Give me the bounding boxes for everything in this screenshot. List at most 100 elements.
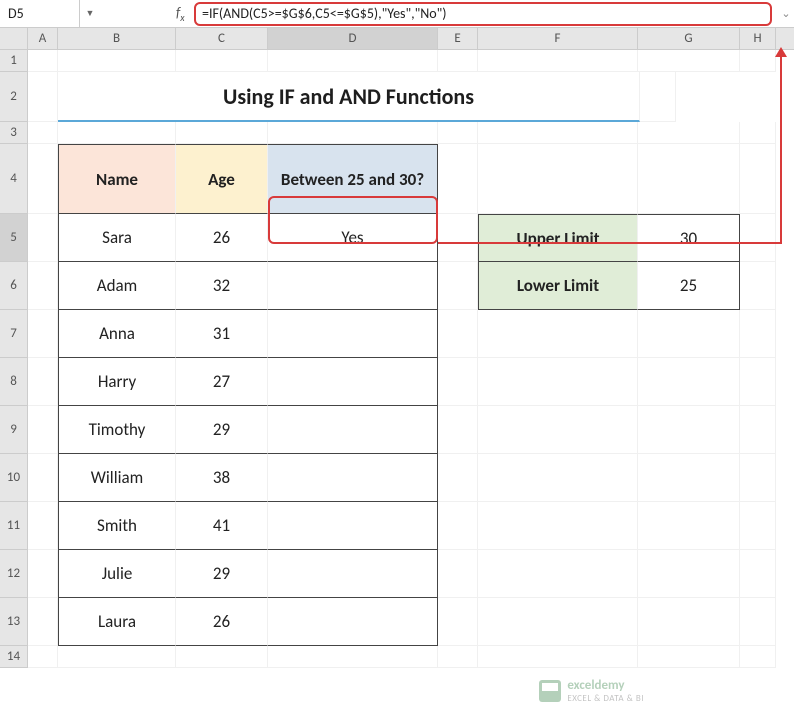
cell-B3[interactable] [58,122,176,144]
cell-E4[interactable] [438,144,478,214]
cell-C8[interactable]: 27 [176,358,268,406]
cell-A3[interactable] [28,122,58,144]
cell-E12[interactable] [438,550,478,598]
cell-B5[interactable]: Sara [58,214,176,262]
cell-E10[interactable] [438,454,478,502]
row-header-13[interactable]: 13 [0,598,28,646]
cell-C11[interactable]: 41 [176,502,268,550]
cell-A5[interactable] [28,214,58,262]
cell-C5[interactable]: 26 [176,214,268,262]
lower-limit-value[interactable]: 25 [638,262,740,310]
cell-G12[interactable] [638,550,740,598]
cell-F1[interactable] [478,50,638,72]
cell-H12[interactable] [740,550,776,598]
cell-D13[interactable] [268,598,438,646]
upper-limit-value[interactable]: 30 [638,214,740,262]
cell-H14[interactable] [740,646,776,668]
cell-G11[interactable] [638,502,740,550]
cell-E9[interactable] [438,406,478,454]
cell-H6[interactable] [740,262,776,310]
cell-E1[interactable] [438,50,478,72]
cell-G3[interactable] [638,122,740,144]
lower-limit-label[interactable]: Lower Limit [478,262,638,310]
cell-C13[interactable]: 26 [176,598,268,646]
row-header-14[interactable]: 14 [0,646,28,668]
cell-D14[interactable] [268,646,438,668]
cell-C14[interactable] [176,646,268,668]
cell-H1[interactable] [740,50,776,72]
cell-C6[interactable]: 32 [176,262,268,310]
cell-G8[interactable] [638,358,740,406]
cell-G14[interactable] [638,646,740,668]
cell-A11[interactable] [28,502,58,550]
col-header-F[interactable]: F [478,28,638,49]
cell-G10[interactable] [638,454,740,502]
cell-A4[interactable] [28,144,58,214]
cell-G9[interactable] [638,406,740,454]
cell-D9[interactable] [268,406,438,454]
formula-expand-icon[interactable]: ⌄ [778,7,794,20]
row-header-7[interactable]: 7 [0,310,28,358]
cell-D3[interactable] [268,122,438,144]
col-header-D[interactable]: D [268,28,438,49]
row-header-3[interactable]: 3 [0,122,28,144]
row-header-11[interactable]: 11 [0,502,28,550]
cell-E3[interactable] [438,122,478,144]
cell-E11[interactable] [438,502,478,550]
row-header-9[interactable]: 9 [0,406,28,454]
cell-D11[interactable] [268,502,438,550]
cell-B11[interactable]: Smith [58,502,176,550]
col-header-E[interactable]: E [438,28,478,49]
cell-F4[interactable] [478,144,638,214]
cell-H2[interactable] [640,72,676,122]
cell-C9[interactable]: 29 [176,406,268,454]
cell-E8[interactable] [438,358,478,406]
cell-E14[interactable] [438,646,478,668]
row-header-8[interactable]: 8 [0,358,28,406]
row-header-2[interactable]: 2 [0,72,28,122]
cell-C12[interactable]: 29 [176,550,268,598]
cell-F13[interactable] [478,598,638,646]
cell-A2[interactable] [28,72,58,122]
cell-A14[interactable] [28,646,58,668]
cell-D1[interactable] [268,50,438,72]
cell-F14[interactable] [478,646,638,668]
header-name[interactable]: Name [58,144,176,214]
row-header-12[interactable]: 12 [0,550,28,598]
row-header-5[interactable]: 5 [0,214,28,262]
cell-F10[interactable] [478,454,638,502]
cell-E5[interactable] [438,214,478,262]
cell-C10[interactable]: 38 [176,454,268,502]
cell-G4[interactable] [638,144,740,214]
cell-F12[interactable] [478,550,638,598]
cell-A8[interactable] [28,358,58,406]
cell-D10[interactable] [268,454,438,502]
row-header-6[interactable]: 6 [0,262,28,310]
cell-B8[interactable]: Harry [58,358,176,406]
cell-E7[interactable] [438,310,478,358]
name-box-dropdown[interactable]: ▼ [80,8,100,19]
cell-H7[interactable] [740,310,776,358]
cell-D7[interactable] [268,310,438,358]
cell-A10[interactable] [28,454,58,502]
cell-B12[interactable]: Julie [58,550,176,598]
cell-B13[interactable]: Laura [58,598,176,646]
cell-A9[interactable] [28,406,58,454]
cell-B1[interactable] [58,50,176,72]
cell-F11[interactable] [478,502,638,550]
cell-C3[interactable] [176,122,268,144]
select-all-triangle[interactable] [0,28,28,49]
row-header-4[interactable]: 4 [0,144,28,214]
cell-B14[interactable] [58,646,176,668]
cell-F7[interactable] [478,310,638,358]
cell-H5[interactable] [740,214,776,262]
cell-H9[interactable] [740,406,776,454]
cell-H13[interactable] [740,598,776,646]
cell-C7[interactable]: 31 [176,310,268,358]
cell-A7[interactable] [28,310,58,358]
row-header-1[interactable]: 1 [0,50,28,72]
cell-D5[interactable]: Yes [268,214,438,262]
cell-H8[interactable] [740,358,776,406]
fx-icon[interactable]: fx [170,4,194,24]
cell-D6[interactable] [268,262,438,310]
